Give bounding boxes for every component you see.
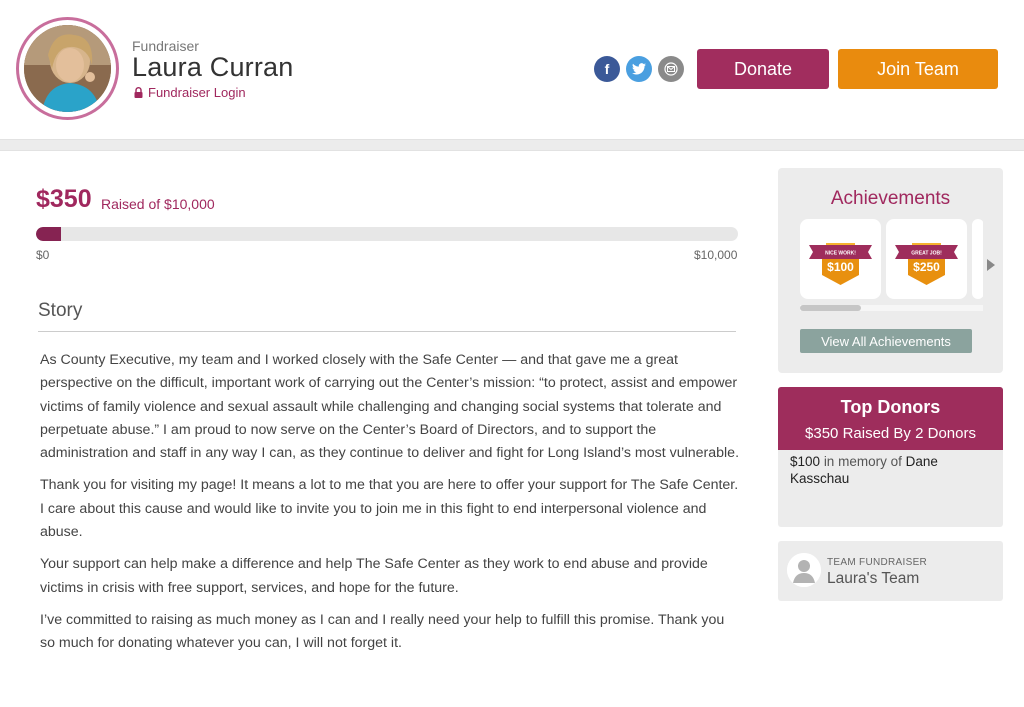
badge-amount-text: $100 [827,260,854,274]
view-all-achievements-button[interactable]: View All Achievements [800,329,972,353]
story-paragraph: Your support can help make a difference … [40,556,708,596]
achievements-carousel[interactable]: NICE WORK! $100 GREAT JOB! $250 [800,219,983,299]
team-fundraiser-label: TEAM FUNDRAISER [827,557,928,568]
raised-amount: $350 [36,185,92,213]
top-donors-header: Top Donors $350 Raised By 2 Donors [778,387,1003,450]
fundraising-progress-bar [36,227,738,241]
story-body: As County Executive, my team and I worke… [40,349,740,665]
achievement-badge[interactable]: NICE WORK! $100 [800,219,881,299]
team-fundraiser-card[interactable]: TEAM FUNDRAISER Laura's Team [778,541,1003,601]
fundraiser-login-label: Fundraiser Login [148,85,246,100]
top-donors-subtitle: $350 Raised By 2 Donors [805,425,976,442]
achievements-panel: Achievements NICE WORK! $100 GREAT JOB! … [778,168,1003,373]
progress-min-label: $0 [36,248,50,262]
team-name-link[interactable]: Laura's Team [827,570,919,588]
badge-250-icon: GREAT JOB! $250 [895,243,958,285]
badge-ribbon-text: NICE WORK! [825,251,856,257]
fundraiser-login-link[interactable]: Fundraiser Login [134,85,246,100]
fundraiser-name: Laura Curran [132,52,294,82]
achievements-scroll-thumb[interactable] [800,305,861,311]
badge-ribbon-text: GREAT JOB! [911,251,942,257]
achievements-title: Achievements [830,188,951,209]
main-content: $350 Raised of $10,000 $0 $10,000 Story … [0,150,1024,707]
progress-max-label: $10,000 [694,248,738,262]
badge-amount-text: $250 [913,260,940,274]
progress-fill [36,227,61,241]
story-paragraph: As County Executive, my team and I worke… [40,352,740,462]
page-header: Fundraiser Laura Curran Fundraiser Login… [0,0,1024,140]
lock-icon [134,87,143,98]
story-paragraph: Thank you for visiting my page! It means… [40,477,739,541]
achievement-badge[interactable]: GREAT JOB! $250 [886,219,967,299]
fundraiser-avatar [16,17,119,120]
donor-entry: $100 in memory of Dane Kasschau [778,450,1003,487]
badge-100-icon: NICE WORK! $100 [809,243,872,285]
donor-memory-text: in memory of [823,454,902,469]
achievements-scrollbar[interactable] [800,305,983,311]
donate-button[interactable]: Donate [697,49,829,89]
join-team-button[interactable]: Join Team [838,49,998,89]
story-heading: Story [38,300,83,321]
top-donors-title: Top Donors [840,397,941,417]
person-icon [787,553,821,587]
facebook-share-button[interactable]: f [594,56,620,82]
donor-amount: $100 [790,454,821,469]
avatar-image [24,25,111,112]
user-avatar-icon [787,553,821,587]
avatar-photo [24,25,111,112]
email-icon [664,62,678,76]
story-divider [38,331,736,332]
facebook-icon: f [604,61,610,77]
achievement-badge-partial [972,219,983,299]
twitter-share-button[interactable] [626,56,652,82]
twitter-icon [632,63,646,75]
raised-of-goal: Raised of $10,000 [101,196,215,212]
email-share-button[interactable] [658,56,684,82]
story-paragraph: I’ve committed to raising as much money … [40,611,725,652]
chevron-right-icon[interactable] [987,259,995,271]
top-donors-panel: Top Donors $350 Raised By 2 Donors $100 … [778,387,1003,527]
